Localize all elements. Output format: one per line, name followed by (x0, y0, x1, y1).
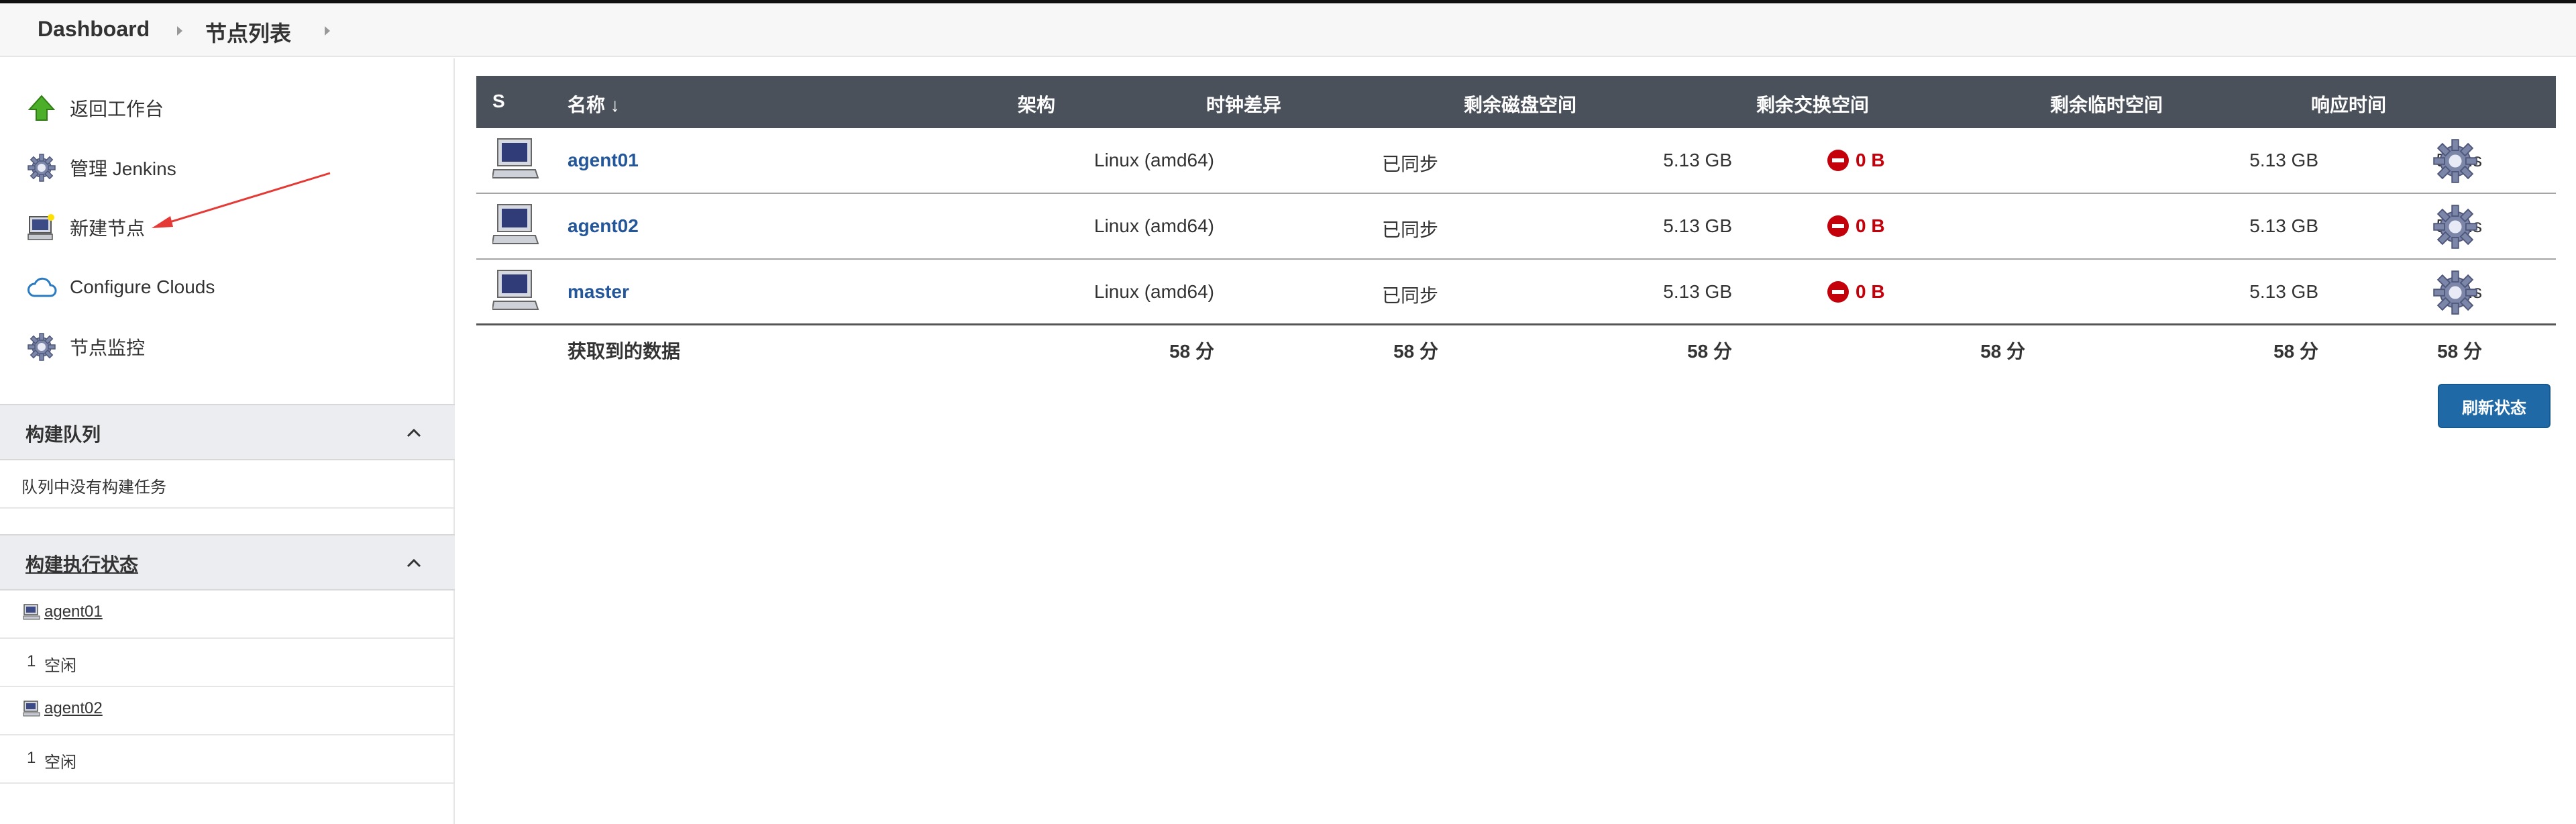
executor-slot: 1 空闲 (0, 639, 455, 687)
gear-icon (25, 331, 58, 363)
node-arch: Linux (amd64) (1094, 281, 1214, 302)
node-swap-value: 0 B (1856, 215, 1885, 236)
footer-disk-age: 58 分 (1687, 341, 1732, 362)
executor-slot-status: 空闲 (44, 657, 76, 675)
column-header-name[interactable]: 名称 ↓ (568, 91, 620, 117)
executor-node-link[interactable]: agent01 (23, 603, 103, 621)
executor-slot-number: 1 (27, 652, 36, 670)
node-disk: 5.13 GB (1663, 215, 1732, 236)
node-clock: 已同步 (1381, 219, 1438, 240)
column-header-response[interactable]: 响应时间 (2311, 91, 2386, 117)
node-swap-value: 0 B (1856, 150, 1885, 170)
node-swap: 0 B (1827, 150, 1885, 171)
table-footer: 获取到的数据 58 分 58 分 58 分 58 分 58 分 58 分 (476, 327, 2556, 369)
footer-label: 获取到的数据 (568, 341, 681, 362)
error-icon (1827, 215, 1849, 237)
sidebar-task-label: 节点监控 (70, 338, 146, 358)
column-header-status[interactable]: S (492, 91, 505, 112)
annotation-arrow (152, 172, 331, 228)
computer-icon (492, 270, 539, 310)
column-header-arch[interactable]: 架构 (1018, 91, 1055, 117)
sidebar-task-configure-clouds[interactable]: Configure Clouds (25, 267, 215, 307)
error-icon (1827, 281, 1849, 303)
node-swap-value: 0 B (1856, 281, 1885, 302)
error-icon (1827, 150, 1849, 171)
chevron-up-icon[interactable] (405, 424, 423, 442)
chevron-up-icon[interactable] (405, 554, 423, 572)
refresh-status-button[interactable]: 刷新状态 (2438, 384, 2551, 428)
executor-slot: 1 空闲 (0, 735, 455, 784)
column-header-temp[interactable]: 剩余临时空间 (2050, 91, 2163, 117)
node-name-link[interactable]: master (568, 281, 629, 303)
build-queue-title: 构建队列 (25, 424, 101, 445)
computer-icon (23, 604, 40, 620)
gear-icon[interactable] (2432, 269, 2479, 316)
column-header-swap[interactable]: 剩余交换空间 (1756, 91, 1869, 117)
sidebar-task-node-monitoring[interactable]: 节点监控 (25, 327, 145, 367)
executors-title[interactable]: 构建执行状态 (25, 550, 138, 577)
executor-node-link[interactable]: agent02 (23, 699, 103, 718)
executor-slot-number: 1 (27, 749, 36, 767)
gear-icon[interactable] (2432, 138, 2479, 185)
column-header-clock[interactable]: 时钟差异 (1206, 91, 1281, 117)
node-arch: Linux (amd64) (1094, 215, 1214, 236)
table-header: S 名称 ↓ 架构 时钟差异 剩余磁盘空间 剩余交换空间 剩余临时空间 响应时间 (476, 76, 2556, 128)
executor-node-name[interactable]: agent01 (44, 603, 103, 621)
executor-node-agent01: agent01 (0, 590, 455, 639)
executor-slot-status: 空闲 (44, 754, 76, 772)
node-disk: 5.13 GB (1663, 150, 1732, 170)
node-name-link[interactable]: agent02 (568, 215, 639, 237)
footer-arch-age: 58 分 (1169, 341, 1214, 362)
node-swap: 0 B (1827, 281, 1885, 303)
build-queue-header[interactable]: 构建队列 (0, 404, 455, 460)
footer-clock-age: 58 分 (1393, 341, 1438, 362)
build-queue-empty-text: 队列中没有构建任务 (21, 478, 166, 497)
node-clock: 已同步 (1381, 285, 1438, 306)
computer-icon (492, 204, 539, 244)
footer-response-age: 58 分 (2437, 341, 2482, 362)
footer-swap-age: 58 分 (1980, 341, 2025, 362)
gear-icon[interactable] (2432, 203, 2479, 250)
node-clock: 已同步 (1381, 154, 1438, 174)
build-queue-empty: 队列中没有构建任务 (0, 460, 455, 509)
node-swap: 0 B (1827, 215, 1885, 237)
table-row: agent02 Linux (amd64) 已同步 5.13 GB 0 B 5.… (476, 194, 2556, 260)
node-name-link[interactable]: agent01 (568, 150, 639, 171)
breadcrumb: Dashboard 节点列表 (0, 3, 2576, 57)
node-disk: 5.13 GB (1663, 281, 1732, 302)
executor-node-agent02: agent02 (0, 687, 455, 735)
computer-icon (23, 701, 40, 717)
column-header-disk[interactable]: 剩余磁盘空间 (1464, 91, 1576, 117)
node-arch: Linux (amd64) (1094, 150, 1214, 170)
table-row: agent01 Linux (amd64) 已同步 5.13 GB 0 B 5.… (476, 128, 2556, 194)
executor-node-name[interactable]: agent02 (44, 699, 103, 718)
cloud-icon (25, 271, 58, 303)
executors-header[interactable]: 构建执行状态 (0, 534, 455, 590)
sidebar-task-label: Configure Clouds (70, 276, 215, 297)
computer-icon (492, 138, 539, 178)
table-row: master Linux (amd64) 已同步 5.13 GB 0 B 5.1… (476, 260, 2556, 325)
